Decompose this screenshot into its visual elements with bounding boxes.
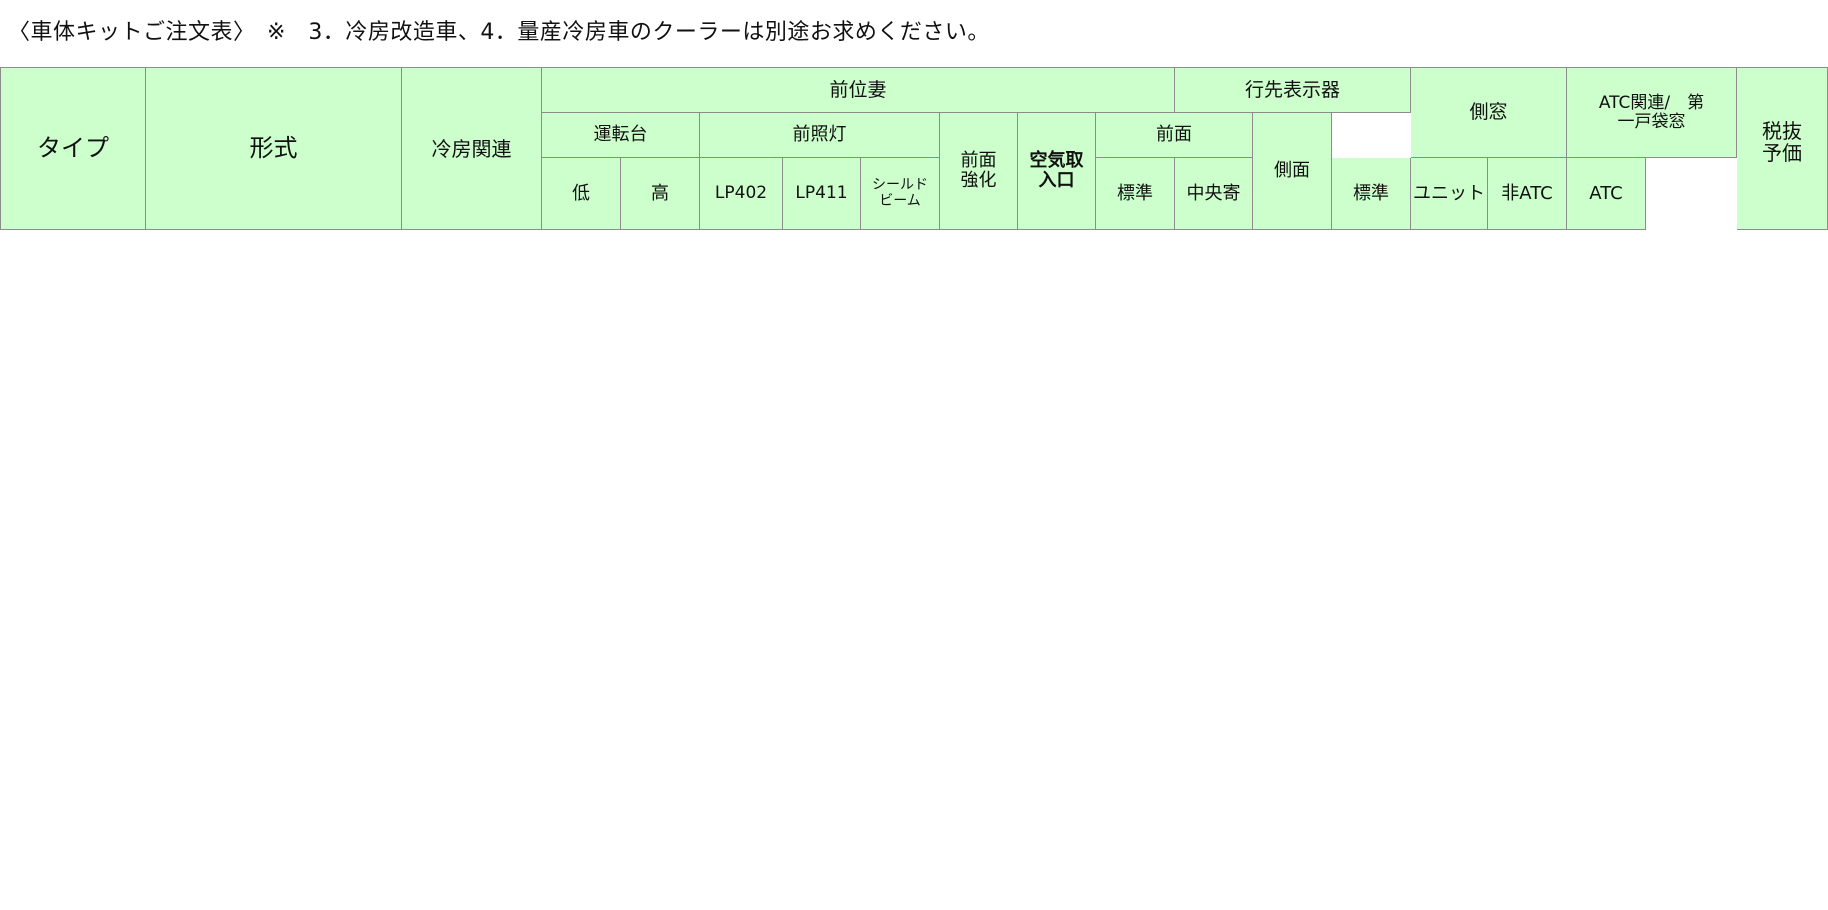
header-sw-standard: 標準 bbox=[1332, 158, 1411, 230]
header-cab-high: 高 bbox=[621, 158, 700, 230]
header-headlight: 前照灯 bbox=[700, 113, 940, 158]
header-cab-low: 低 bbox=[542, 158, 621, 230]
header-atc-group-text: ATC関連/ 第 一戸袋窓 bbox=[1598, 92, 1705, 132]
header-cooling: 冷房関連 bbox=[402, 67, 542, 230]
header-model: 形式 bbox=[146, 67, 402, 230]
header-front-center-text: 中央寄 bbox=[1186, 182, 1241, 204]
header-non-atc-text: 非ATC bbox=[1501, 182, 1553, 204]
header-cab: 運転台 bbox=[542, 113, 700, 158]
header-cab-high-text: 高 bbox=[651, 182, 669, 204]
header-lp411-text: LP411 bbox=[795, 183, 848, 204]
header-lp402-text: LP402 bbox=[714, 183, 768, 204]
header-type-text: タイプ bbox=[37, 134, 109, 163]
header-sw-unit: ユニット bbox=[1411, 158, 1488, 230]
header-headlight-text: 前照灯 bbox=[792, 124, 847, 146]
header-cooling-text: 冷房関連 bbox=[431, 136, 512, 161]
header-dest-sign-text: 行先表示器 bbox=[1244, 78, 1340, 101]
header-lp411: LP411 bbox=[783, 158, 861, 230]
header-front-text: 前面 bbox=[1156, 124, 1192, 146]
header-front: 前面 bbox=[1096, 113, 1253, 158]
header-price: 税抜 予価 bbox=[1737, 67, 1828, 230]
header-sealed-beam: シールド ビーム bbox=[861, 158, 940, 230]
header-air-intake: 空気取 入口 bbox=[1018, 113, 1096, 230]
header-front-reinforce-text: 前面 強化 bbox=[960, 150, 997, 191]
header-dest-sign: 行先表示器 bbox=[1175, 67, 1411, 113]
header-cab-low-text: 低 bbox=[572, 182, 590, 204]
header-side-text: 側面 bbox=[1274, 160, 1310, 182]
header-front-end-text: 前位妻 bbox=[829, 78, 887, 101]
header-side-window: 側窓 bbox=[1411, 67, 1567, 158]
header-non-atc: 非ATC bbox=[1488, 158, 1567, 230]
header-price-text: 税抜 予価 bbox=[1762, 118, 1802, 165]
order-table: タイプ形式冷房関連前位妻行先表示器側窓ATC関連/ 第 一戸袋窓税抜 予価ご注文… bbox=[0, 0, 1828, 910]
header-front-end: 前位妻 bbox=[542, 67, 1175, 113]
header-side-window-text: 側窓 bbox=[1469, 101, 1508, 124]
header-sealed-beam-text: シールド ビーム bbox=[872, 177, 928, 209]
header-type: タイプ bbox=[0, 67, 146, 230]
header-air-intake-text: 空気取 入口 bbox=[1029, 150, 1084, 191]
header-model-text: 形式 bbox=[249, 134, 298, 163]
header-atc-text: ATC bbox=[1589, 182, 1623, 204]
header-side: 側面 bbox=[1253, 113, 1332, 230]
header-sw-standard-text: 標準 bbox=[1353, 182, 1389, 204]
header-atc: ATC bbox=[1567, 158, 1646, 230]
header-front-standard-text: 標準 bbox=[1117, 182, 1153, 204]
header-front-reinforce: 前面 強化 bbox=[940, 113, 1018, 230]
header-atc-group: ATC関連/ 第 一戸袋窓 bbox=[1567, 67, 1737, 158]
header-lp402: LP402 bbox=[700, 158, 783, 230]
header-front-standard: 標準 bbox=[1096, 158, 1175, 230]
header-front-center: 中央寄 bbox=[1175, 158, 1253, 230]
header-sw-unit-text: ユニット bbox=[1413, 182, 1485, 204]
header-cab-text: 運転台 bbox=[593, 124, 648, 146]
